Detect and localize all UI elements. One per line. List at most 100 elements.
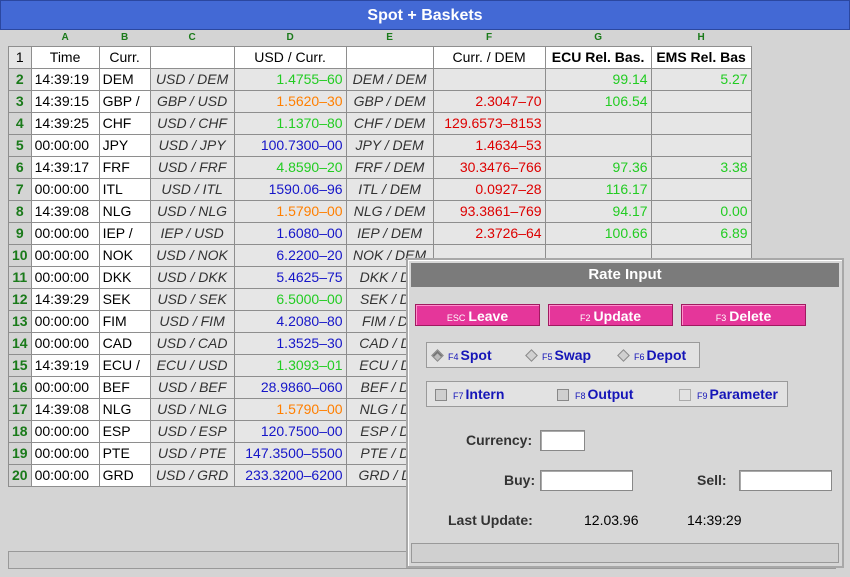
ecu-rel-cell[interactable]: 97.36 [544,155,652,179]
time-cell[interactable]: 00:00:00 [30,331,100,355]
ecu-rel-cell[interactable]: 94.17 [544,199,652,223]
currency-cell[interactable]: BEF [98,375,151,399]
usd-rate-cell[interactable]: 6.2200–20 [233,243,347,267]
currency-cell[interactable]: CHF [98,111,151,135]
table-row[interactable]: 9 00:00:00 IEP / IEP / USD 1.6080–00 IEP / DE… [8,221,752,245]
time-cell[interactable]: 14:39:15 [30,89,100,113]
currency-cell[interactable]: ITL [98,177,151,201]
pair-cell[interactable]: USD / FIM [149,309,235,333]
dem-rate-cell[interactable]: 93.3861–769 [432,199,546,223]
dem-rate-cell[interactable]: 30.3476–766 [432,155,546,179]
usd-rate-cell[interactable]: 5.4625–75 [233,265,347,289]
ems-rel-cell[interactable] [650,133,752,157]
currency-cell[interactable]: NOK [98,243,151,267]
dem-rate-cell[interactable]: 0.0927–28 [432,177,546,201]
time-cell[interactable]: 14:39:08 [30,397,100,421]
time-cell[interactable]: 00:00:00 [30,265,100,289]
currency-cell[interactable]: DEM [98,67,151,91]
table-row[interactable]: 2 14:39:19 DEM USD / DEM 1.4755–60 DEM / DEM 9… [8,67,752,91]
update-button[interactable]: F2 Update [548,304,673,326]
ems-rel-cell[interactable]: 0.00 [650,199,752,223]
cross-pair-cell[interactable]: DEM / DEM [345,67,434,91]
usd-rate-cell[interactable]: 147.3500–5500 [233,441,347,465]
dem-rate-cell[interactable]: 2.3726–64 [432,221,546,245]
time-cell[interactable]: 14:39:29 [30,287,100,311]
pair-cell[interactable]: USD / NLG [149,397,235,421]
usd-rate-cell[interactable]: 1.5790–00 [233,397,347,421]
usd-rate-cell[interactable]: 1.5790–00 [233,199,347,223]
ems-rel-cell[interactable]: 5.27 [650,67,752,91]
table-row[interactable]: 7 00:00:00 ITL USD / ITL 1590.06–96 ITL / DEM… [8,177,752,201]
time-cell[interactable]: 00:00:00 [30,463,100,487]
time-cell[interactable]: 00:00:00 [30,221,100,245]
pair-cell[interactable]: USD / PTE [149,441,235,465]
table-row[interactable]: 8 14:39:08 NLG USD / NLG 1.5790–00 NLG / DEM 9… [8,199,752,223]
currency-cell[interactable]: ESP [98,419,151,443]
time-cell[interactable]: 14:39:08 [30,199,100,223]
pair-cell[interactable]: ECU / USD [149,353,235,377]
pair-cell[interactable]: USD / NOK [149,243,235,267]
time-cell[interactable]: 00:00:00 [30,243,100,267]
currency-cell[interactable]: CAD [98,331,151,355]
ems-rel-cell[interactable] [650,89,752,113]
currency-input[interactable] [540,430,585,451]
pair-cell[interactable]: USD / SEK [149,287,235,311]
ecu-rel-cell[interactable]: 106.54 [544,89,652,113]
buy-input[interactable] [540,470,633,491]
currency-cell[interactable]: NLG [98,397,151,421]
ecu-rel-cell[interactable] [544,111,652,135]
time-cell[interactable]: 00:00:00 [30,441,100,465]
usd-rate-cell[interactable]: 100.7300–00 [233,133,347,157]
ems-rel-cell[interactable]: 6.89 [650,221,752,245]
cross-pair-cell[interactable]: FRF / DEM [345,155,434,179]
time-cell[interactable]: 14:39:19 [30,67,100,91]
usd-rate-cell[interactable]: 28.9860–060 [233,375,347,399]
dem-rate-cell[interactable] [432,67,546,91]
dem-rate-cell[interactable]: 129.6573–8153 [432,111,546,135]
usd-rate-cell[interactable]: 1590.06–96 [233,177,347,201]
currency-cell[interactable]: GBP / [98,89,151,113]
pair-cell[interactable]: USD / DKK [149,265,235,289]
cross-pair-cell[interactable]: ITL / DEM [345,177,434,201]
usd-rate-cell[interactable]: 233.3200–6200 [233,463,347,487]
cross-pair-cell[interactable]: GBP / DEM [345,89,434,113]
pair-cell[interactable]: IEP / USD [149,221,235,245]
currency-cell[interactable]: FIM [98,309,151,333]
check-output[interactable]: F8 Output [555,386,633,402]
ecu-rel-cell[interactable] [544,133,652,157]
time-cell[interactable]: 00:00:00 [30,177,100,201]
radio-spot[interactable]: F4 Spot [431,347,492,363]
ems-rel-cell[interactable] [650,177,752,201]
pair-cell[interactable]: USD / JPY [149,133,235,157]
time-cell[interactable]: 00:00:00 [30,309,100,333]
usd-rate-cell[interactable]: 1.4755–60 [233,67,347,91]
time-cell[interactable]: 14:39:19 [30,353,100,377]
usd-rate-cell[interactable]: 4.8590–20 [233,155,347,179]
pair-cell[interactable]: USD / ESP [149,419,235,443]
currency-cell[interactable]: IEP / [98,221,151,245]
time-cell[interactable]: 00:00:00 [30,375,100,399]
radio-swap[interactable]: F5 Swap [525,347,591,363]
pair-cell[interactable]: USD / BEF [149,375,235,399]
usd-rate-cell[interactable]: 120.7500–00 [233,419,347,443]
usd-rate-cell[interactable]: 1.3093–01 [233,353,347,377]
ecu-rel-cell[interactable]: 116.17 [544,177,652,201]
time-cell[interactable]: 14:39:17 [30,155,100,179]
pair-cell[interactable]: USD / CAD [149,331,235,355]
pair-cell[interactable]: USD / ITL [149,177,235,201]
currency-cell[interactable]: SEK [98,287,151,311]
usd-rate-cell[interactable]: 1.5620–30 [233,89,347,113]
ems-rel-cell[interactable]: 3.38 [650,155,752,179]
usd-rate-cell[interactable]: 4.2080–80 [233,309,347,333]
cross-pair-cell[interactable]: IEP / DEM [345,221,434,245]
ecu-rel-cell[interactable]: 99.14 [544,67,652,91]
time-cell[interactable]: 14:39:25 [30,111,100,135]
currency-cell[interactable]: DKK [98,265,151,289]
ems-rel-cell[interactable] [650,111,752,135]
usd-rate-cell[interactable]: 1.6080–00 [233,221,347,245]
leave-button[interactable]: ESC Leave [415,304,540,326]
cross-pair-cell[interactable]: JPY / DEM [345,133,434,157]
sell-input[interactable] [739,470,832,491]
table-row[interactable]: 6 14:39:17 FRF USD / FRF 4.8590–20 FRF / DEM 3… [8,155,752,179]
time-cell[interactable]: 00:00:00 [30,133,100,157]
